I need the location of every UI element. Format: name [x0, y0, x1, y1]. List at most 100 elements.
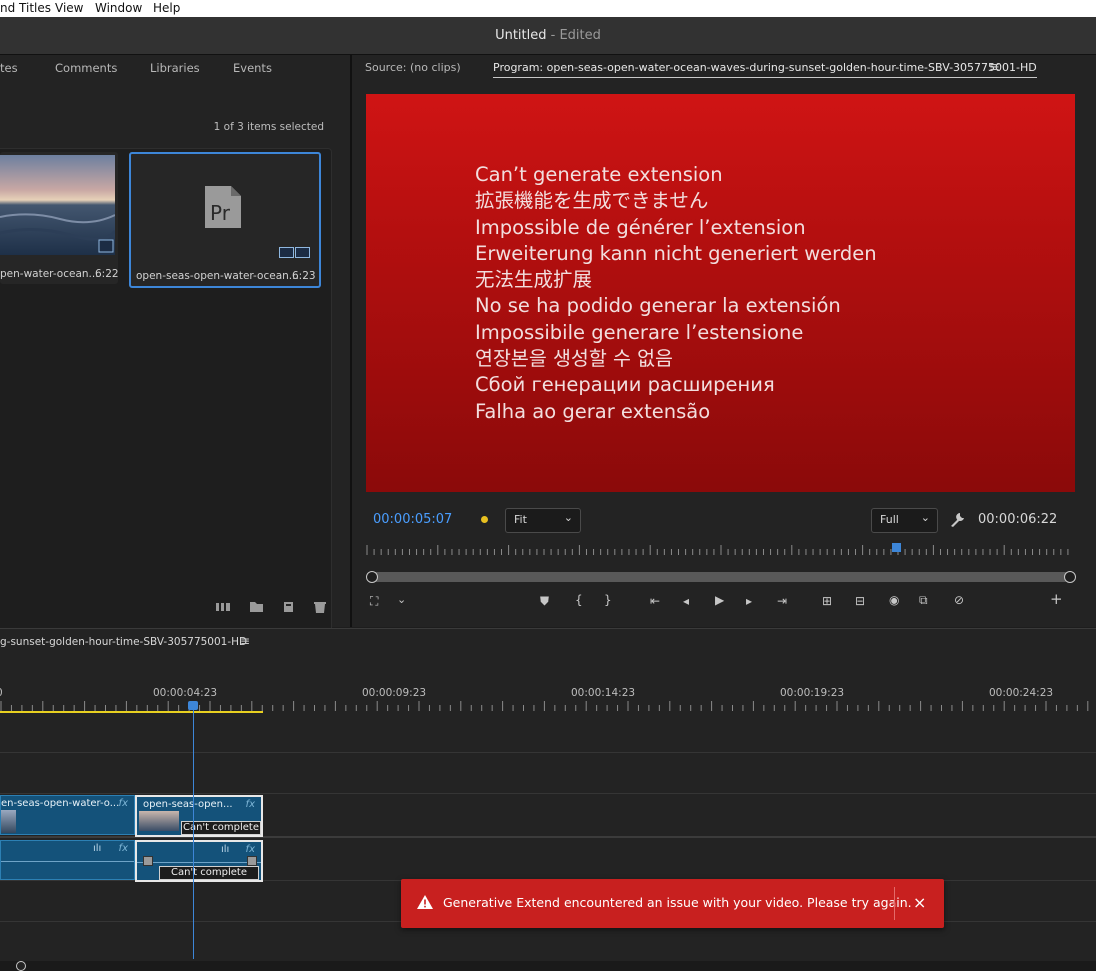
cant-complete-badge: Can't complete [159, 866, 259, 880]
item-name: pen-water-ocean... [0, 268, 99, 280]
message-line: No se ha podido generar la extensión [475, 294, 841, 318]
mark-out-icon[interactable]: } [604, 593, 612, 607]
vr-video-icon[interactable]: ⊘ [954, 593, 964, 607]
toast-message: Generative Extend encountered an issue w… [443, 895, 912, 910]
extract-icon[interactable]: ⊟ [855, 594, 865, 608]
ruler-label: 00:00:09:23 [362, 687, 427, 699]
wrench-icon[interactable] [949, 512, 965, 528]
play-icon[interactable]: ▶ [715, 593, 724, 607]
program-monitor: Source: (no clips) Program: open-seas-op… [352, 55, 1096, 627]
error-message-lines: Can’t generate extension 拡張機能を生成できません Im… [475, 162, 877, 425]
menu-help[interactable]: Help [153, 1, 180, 15]
message-line: Falha ao gerar extensão [475, 399, 711, 423]
item-name: open-seas-open-water-ocean... [136, 270, 299, 282]
error-toast: Generative Extend encountered an issue w… [401, 879, 944, 928]
step-forward-icon[interactable]: ▸ [746, 594, 752, 608]
audio-clip-extended[interactable]: ılı fx Can't complete [135, 840, 263, 882]
project-title: Untitled [495, 28, 547, 43]
chevron-down-icon: ⌄ [920, 511, 930, 524]
trash-icon[interactable] [314, 602, 326, 613]
safe-margins-icon[interactable]: ⛶ [370, 594, 378, 609]
step-back-icon[interactable]: ◂ [683, 594, 689, 608]
chevron-down-icon: ⌄ [563, 511, 573, 524]
video-clip[interactable]: en-seas-open-water-o... fx [0, 795, 135, 835]
sequence-icon [279, 243, 311, 258]
volume-line[interactable] [137, 862, 261, 863]
ruler-label: 00:00:14:23 [571, 687, 636, 699]
window-title: Untitled - Edited [0, 28, 1096, 43]
menu-window[interactable]: Window [95, 1, 142, 15]
clip-thumbnail [1, 810, 16, 833]
tab-notes[interactable]: tes [0, 61, 18, 75]
freeform-view-icon[interactable] [216, 603, 230, 611]
playhead-marker[interactable] [892, 543, 901, 552]
audio-clip[interactable]: ılı fx [0, 840, 135, 880]
message-line: 연장본을 생성할 수 없음 [475, 347, 673, 371]
close-icon[interactable]: × [913, 893, 926, 912]
item-duration: 6:22 [95, 268, 119, 280]
add-button-icon[interactable]: + [1050, 590, 1063, 608]
scrollbar-handle-right[interactable] [1064, 571, 1076, 583]
transition-handle[interactable] [247, 856, 257, 866]
quality-value: Full [880, 513, 899, 526]
mark-in-icon[interactable]: { [575, 593, 583, 607]
ruler-label: 0 [0, 687, 3, 699]
message-line: Impossibile generare l’estensione [475, 320, 804, 344]
ruler-label: 00:00:19:23 [780, 687, 845, 699]
quality-dropdown[interactable]: Full ⌄ [871, 508, 938, 533]
tab-program[interactable]: Program: open-seas-open-water-ocean-wave… [493, 61, 1037, 78]
scrollbar-handle-left[interactable] [366, 571, 378, 583]
zoom-dropdown[interactable]: Fit ⌄ [505, 508, 581, 533]
add-marker-icon[interactable]: ⛊ [540, 594, 549, 609]
selection-status: 1 of 3 items selected [213, 121, 324, 133]
waveform-icon: ılı [221, 844, 230, 855]
new-item-icon[interactable] [284, 602, 293, 612]
fx-badge: fx [118, 843, 128, 854]
edit-status: - Edited [546, 28, 601, 43]
fx-badge: fx [245, 844, 255, 855]
alert-triangle-icon [417, 895, 433, 909]
duration-timecode: 00:00:06:22 [978, 512, 1058, 527]
chevron-down-icon[interactable]: ⌄ [397, 593, 406, 606]
lift-icon[interactable]: ⊞ [822, 594, 832, 608]
tab-libraries[interactable]: Libraries [150, 61, 200, 75]
render-status-dot [481, 516, 488, 523]
zoom-scrollbar[interactable] [368, 572, 1070, 582]
volume-line[interactable] [1, 861, 134, 862]
ruler-label: 00:00:04:23 [153, 687, 218, 699]
track-divider [0, 752, 1096, 753]
project-toolbar [216, 602, 326, 613]
panel-menu-icon[interactable]: ≡ [989, 60, 1000, 75]
menu-view[interactable]: View [55, 1, 83, 15]
svg-text:Pr: Pr [210, 201, 231, 225]
project-item-selected[interactable]: Pr open-seas-open-water-ocean... 6:23 [129, 152, 321, 288]
go-to-out-icon[interactable]: ⇥ [777, 594, 787, 608]
toast-divider [894, 887, 895, 920]
track-divider [0, 793, 1096, 794]
title-bar: Untitled - Edited [0, 17, 1096, 55]
message-line: 无法生成扩展 [475, 268, 593, 292]
project-panel: tes Comments Libraries Events 1 of 3 ite… [0, 55, 350, 640]
tab-comments[interactable]: Comments [55, 61, 117, 75]
panel-menu-icon[interactable]: ≡ [240, 634, 250, 648]
compare-view-icon[interactable]: ⧉ [919, 593, 928, 608]
message-line: Can’t generate extension [475, 163, 723, 186]
camera-icon[interactable]: ◉ [889, 593, 899, 607]
new-bin-icon[interactable] [250, 602, 263, 612]
project-item[interactable]: pen-water-ocean... 6:22 [0, 152, 119, 284]
monitor-time-ruler[interactable] [366, 543, 1076, 557]
video-clip-extended[interactable]: open-seas-open... fx Can't complete [135, 795, 263, 837]
tab-source[interactable]: Source: (no clips) [365, 61, 461, 74]
render-bar [0, 711, 263, 713]
menu-bar: nd Titles View Window Help [0, 0, 1096, 17]
menu-graphics-and-titles[interactable]: nd Titles [0, 1, 51, 15]
clip-thumbnail [139, 811, 179, 831]
go-to-in-icon[interactable]: ⇤ [650, 594, 660, 608]
transition-handle[interactable] [143, 856, 153, 866]
tab-events[interactable]: Events [233, 61, 272, 75]
message-line: 拡張機能を生成できません [475, 189, 709, 213]
current-timecode[interactable]: 00:00:05:07 [373, 512, 452, 527]
video-frame: Can’t generate extension 拡張機能を生成できません Im… [366, 94, 1075, 492]
clip-name: open-seas-open... [143, 799, 233, 810]
sequence-tab[interactable]: g-sunset-golden-hour-time-SBV-305775001-… [0, 636, 247, 648]
